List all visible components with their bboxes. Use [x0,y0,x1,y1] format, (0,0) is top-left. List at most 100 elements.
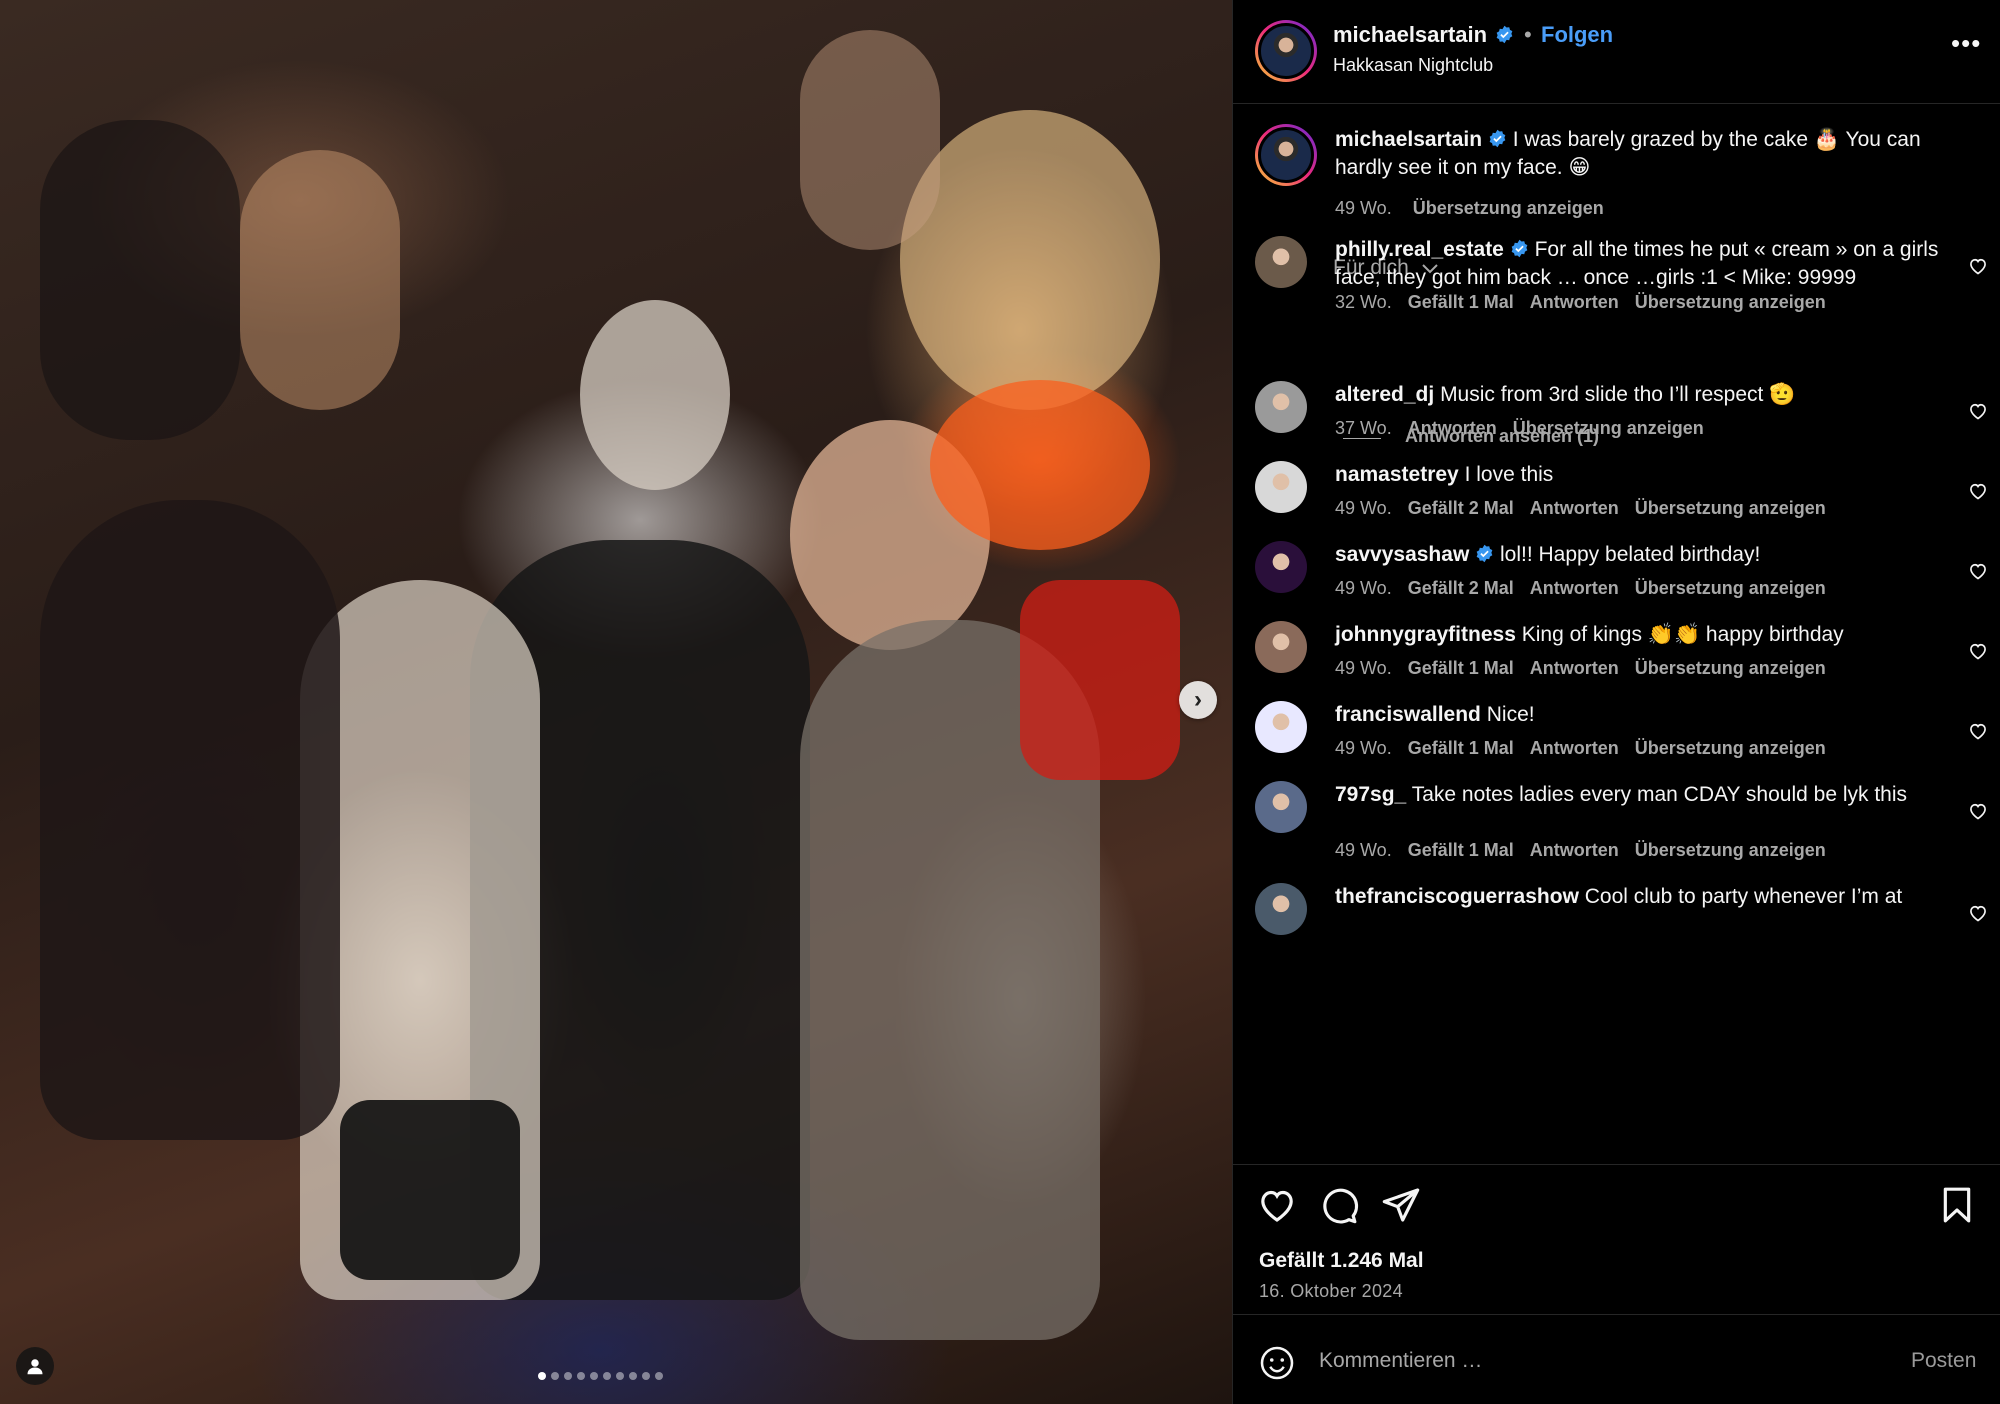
commenter-avatar[interactable] [1255,701,1307,753]
comment-likes[interactable]: Gefällt 2 Mal [1408,578,1514,598]
view-replies-button[interactable]: Antworten ansehen (1) [1405,426,1599,447]
translate-link[interactable]: Übersetzung anzeigen [1635,738,1826,758]
translate-link[interactable]: Übersetzung anzeigen [1635,578,1826,598]
commenter-username[interactable]: philly.real_estate [1335,238,1504,261]
comment-like-icon[interactable] [1968,401,1988,421]
post-header: michaelsartain • Folgen Hakkasan Nightcl… [1233,0,2000,104]
comment-icon[interactable] [1319,1185,1359,1225]
post-comment-button[interactable]: Posten [1911,1349,1976,1373]
commenter-username[interactable]: johnnygrayfitness [1335,623,1516,646]
commenter-avatar[interactable] [1255,541,1307,593]
carousel-dot [590,1372,598,1380]
follow-button[interactable]: Folgen [1541,22,1613,48]
share-icon[interactable] [1381,1185,1421,1225]
comment-like-icon[interactable] [1968,256,1988,276]
reply-button[interactable]: Antworten [1530,658,1619,678]
comment-like-icon[interactable] [1968,903,1988,923]
comment-meta: 49 Wo. Gefällt 2 Mal Antworten Übersetzung … [1335,498,1842,519]
bookmark-icon[interactable] [1937,1185,1977,1225]
caption-username[interactable]: michaelsartain [1335,128,1482,151]
commenter-username[interactable]: savvysashaw [1335,543,1469,566]
comment-like-icon[interactable] [1968,721,1988,741]
translate-link[interactable]: Übersetzung anzeigen [1635,658,1826,678]
reply-button[interactable]: Antworten [1530,498,1619,518]
comment-body: Nice! [1486,703,1535,726]
comment-time[interactable]: 49 Wo. [1335,658,1392,678]
author-avatar[interactable] [1255,20,1317,82]
comment-text: 797sg_ Take notes ladies every man CDAY … [1335,781,1945,809]
translate-link[interactable]: Übersetzung anzeigen [1635,840,1826,860]
caption-time[interactable]: 49 Wo. [1335,198,1392,218]
commenter-username[interactable]: namastetrey [1335,463,1459,486]
comment-body: Take notes ladies every man CDAY should … [1411,783,1908,806]
emoji-icon[interactable] [1259,1345,1295,1381]
likes-count[interactable]: Gefällt 1.246 Mal [1259,1249,1424,1273]
carousel-dot [577,1372,585,1380]
comment-like-icon[interactable] [1968,641,1988,661]
photo-figure [580,300,730,490]
comment-time[interactable]: 49 Wo. [1335,578,1392,598]
comment-composer: Posten [1233,1314,2000,1404]
carousel-dot [538,1372,546,1380]
author-username[interactable]: michaelsartain [1333,22,1487,48]
comments-list[interactable]: michaelsartain I was barely grazed by th… [1233,104,2000,1164]
comment-like-icon[interactable] [1968,561,1988,581]
comment-likes[interactable]: Gefällt 1 Mal [1408,840,1514,860]
reply-button[interactable]: Antworten [1530,840,1619,860]
comment-body: King of kings 👏👏 happy birthday [1521,623,1844,646]
comment-time[interactable]: 37 Wo. [1335,418,1392,438]
commenter-avatar[interactable] [1255,236,1307,288]
author-avatar[interactable] [1255,124,1317,186]
comment-text: johnnygrayfitness King of kings 👏👏 happy… [1335,621,1945,649]
tagged-users-button[interactable] [16,1347,54,1385]
post-location[interactable]: Hakkasan Nightclub [1333,55,1493,76]
reply-button[interactable]: Antworten [1530,738,1619,758]
photo-figure [40,120,240,440]
post-photo[interactable]: › [0,0,1232,1404]
user-icon [27,1359,43,1375]
carousel-dot [616,1372,624,1380]
comment-likes[interactable]: Gefällt 1 Mal [1408,738,1514,758]
comment-likes[interactable]: Gefällt 2 Mal [1408,498,1514,518]
comment-time[interactable]: 49 Wo. [1335,498,1392,518]
commenter-avatar[interactable] [1255,883,1307,935]
carousel-dot [603,1372,611,1380]
commenter-avatar[interactable] [1255,461,1307,513]
heart-icon[interactable] [1257,1185,1297,1225]
comment-text: savvysashaw lol!! Happy belated birthday… [1335,541,1945,569]
comment-meta: 32 Wo. Gefällt 1 Mal Antworten Übersetzung … [1335,292,1842,313]
translate-link[interactable]: Übersetzung anzeigen [1635,292,1826,312]
reply-button[interactable]: Antworten [1530,292,1619,312]
comment-likes[interactable]: Gefällt 1 Mal [1408,292,1514,312]
carousel-dot [642,1372,650,1380]
next-slide-button[interactable]: › [1179,681,1217,719]
commenter-avatar[interactable] [1255,781,1307,833]
translate-link[interactable]: Übersetzung anzeigen [1635,498,1826,518]
comment-input[interactable] [1319,1341,1879,1381]
translate-link[interactable]: Übersetzung anzeigen [1413,198,1604,218]
comment-body: lol!! Happy belated birthday! [1499,543,1761,566]
photo-figure [1020,580,1180,780]
comment-meta: 49 Wo. Gefällt 1 Mal Antworten Übersetzung … [1335,658,1842,679]
comment-like-icon[interactable] [1968,801,1988,821]
comment-body: I love this [1464,463,1554,486]
commenter-avatar[interactable] [1255,381,1307,433]
commenter-username[interactable]: 797sg_ [1335,783,1406,806]
comment-meta: 49 Wo. Gefällt 1 Mal Antworten Übersetzung … [1335,840,1842,861]
comment-time[interactable]: 49 Wo. [1335,738,1392,758]
comment-time[interactable]: 49 Wo. [1335,840,1392,860]
more-options-icon[interactable]: ••• [1951,28,1981,59]
commenter-avatar[interactable] [1255,621,1307,673]
comment-like-icon[interactable] [1968,481,1988,501]
carousel-indicator [538,1372,663,1380]
commenter-username[interactable]: franciswallend [1335,703,1481,726]
comment-time[interactable]: 32 Wo. [1335,292,1392,312]
commenter-username[interactable]: altered_dj [1335,383,1434,406]
commenter-username[interactable]: thefranciscoguerrashow [1335,885,1579,908]
comment-body: Music from 3rd slide tho I’ll respect 🫡 [1440,383,1796,406]
verified-badge-icon [1489,129,1506,148]
comment-likes[interactable]: Gefällt 1 Mal [1408,658,1514,678]
carousel-dot [655,1372,663,1380]
reply-button[interactable]: Antworten [1530,578,1619,598]
comment-text: namastetrey I love this [1335,461,1945,489]
